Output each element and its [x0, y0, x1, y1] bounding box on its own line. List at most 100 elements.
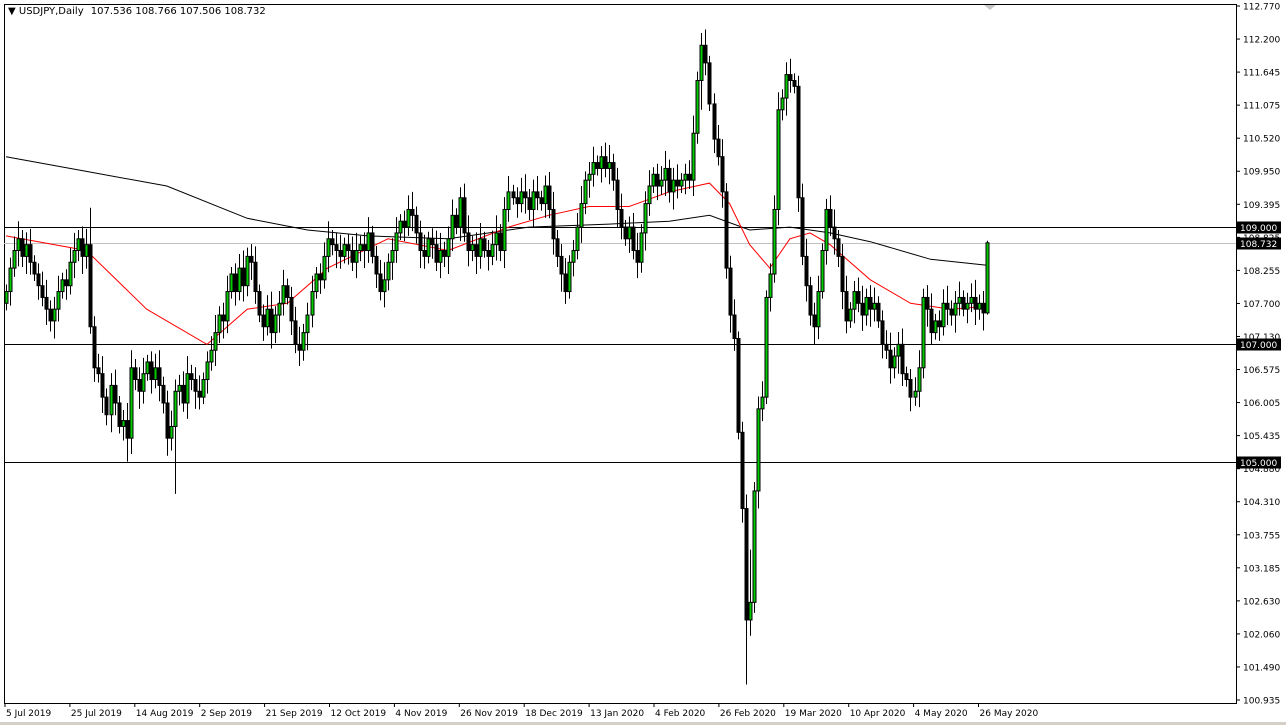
candle-bear: [64, 279, 69, 287]
candle-bear: [595, 162, 600, 169]
candle-bull: [953, 302, 958, 316]
candle-bull: [695, 79, 700, 134]
candle-bull: [768, 273, 773, 298]
candle-bear: [929, 308, 934, 334]
candle-bull: [322, 255, 327, 281]
candle-bear: [555, 238, 560, 257]
candle-bear: [261, 314, 266, 328]
candle-bull: [24, 244, 29, 257]
candle-bear: [454, 214, 459, 228]
candle-bull: [587, 173, 592, 181]
candle-bull: [72, 250, 77, 263]
candle-bear: [876, 302, 881, 322]
y-tick-label: 109.950: [1243, 168, 1280, 178]
candle-bull: [438, 250, 443, 263]
candle-bull: [52, 308, 57, 322]
candle-bull: [209, 349, 214, 363]
candle-bull: [816, 291, 821, 328]
candle-bull: [820, 250, 825, 293]
y-tick-label: 106.005: [1243, 399, 1280, 409]
candle-bull: [848, 308, 853, 322]
candle-bull: [643, 203, 648, 234]
candlestick-chart[interactable]: 112.770 112.200 111.645 111.075 110.520 109.9…: [0, 0, 1286, 725]
candle-bear: [732, 314, 737, 339]
candle-bull: [567, 261, 572, 293]
y-tick-label: 112.200: [1243, 36, 1280, 46]
candle-bear: [442, 250, 447, 257]
candle-bear: [414, 214, 419, 234]
candle-bull: [639, 232, 644, 263]
candle-bull: [957, 296, 962, 304]
candle-bear: [40, 285, 45, 298]
candle-bear: [430, 238, 435, 246]
x-tick-label: 12 Oct 2019: [331, 709, 387, 719]
candle-bear: [100, 373, 105, 398]
candle-bear: [161, 384, 166, 404]
candle-bull: [502, 208, 507, 252]
candle-bull: [310, 291, 315, 316]
candle-bear: [884, 343, 889, 351]
candle-bear: [486, 250, 491, 257]
candle-bear: [157, 367, 162, 386]
candle-bear: [611, 162, 616, 181]
candle-bull: [490, 244, 495, 257]
candle-bear: [370, 232, 375, 257]
candle-bull: [977, 302, 982, 310]
candle-bull: [145, 361, 150, 375]
candle-bear: [981, 302, 986, 314]
candle-bear: [362, 244, 367, 252]
candle-bear: [551, 208, 556, 240]
candle-bull: [965, 302, 970, 310]
y-tick-label: 107.700: [1243, 300, 1280, 310]
candle-bull: [784, 74, 789, 99]
candle-bear: [165, 402, 170, 439]
candle-bear: [840, 255, 845, 293]
plot-area: [4, 4, 1237, 704]
candle-bear: [48, 308, 53, 322]
candle-bear: [844, 291, 849, 322]
candle-bull: [342, 244, 347, 257]
y-tick-label: 111.075: [1243, 102, 1280, 112]
candle-bull: [205, 361, 210, 381]
candle-bear: [482, 238, 487, 252]
candle-bear: [973, 296, 978, 310]
candle-bear: [523, 191, 528, 199]
y-tick-label: 103.185: [1243, 564, 1280, 574]
candle-bear: [860, 302, 865, 316]
candle-bull: [12, 250, 17, 269]
candle-bear: [687, 173, 692, 181]
candle-bear: [293, 320, 298, 345]
candle-bear: [80, 238, 85, 257]
candle-bull: [141, 373, 146, 392]
candle-bull: [663, 167, 668, 181]
candle-bull: [659, 179, 664, 187]
candle-bear: [888, 349, 893, 369]
candle-bull: [933, 320, 938, 334]
candle-bear: [808, 285, 813, 316]
candle-bull: [60, 279, 65, 293]
candle-bear: [615, 179, 620, 210]
candle-bear: [318, 273, 323, 281]
candle-bull: [852, 291, 857, 310]
candle-bull: [173, 390, 178, 427]
candle-bear: [667, 167, 672, 193]
candle-bear: [511, 191, 516, 199]
candle-bear: [603, 156, 608, 169]
candle-bull: [506, 191, 511, 210]
candle-bear: [728, 267, 733, 316]
x-tick-label: 26 Nov 2019: [460, 709, 518, 719]
candle-bear: [675, 179, 680, 187]
level-label: 105.000: [1240, 459, 1277, 469]
y-tick-label: 105.435: [1243, 432, 1280, 442]
candle-bear: [422, 250, 427, 257]
collapse-arrow-icon[interactable]: ▼: [8, 6, 16, 17]
candle-bear: [736, 337, 741, 433]
candle-bear: [631, 226, 636, 252]
candle-bear: [856, 291, 861, 304]
candle-bear: [149, 361, 154, 381]
candle-bear: [804, 255, 809, 287]
candle-bull: [273, 314, 278, 334]
candle-bull: [129, 367, 134, 439]
candle-bull: [985, 242, 990, 314]
candle-bear: [466, 232, 471, 252]
